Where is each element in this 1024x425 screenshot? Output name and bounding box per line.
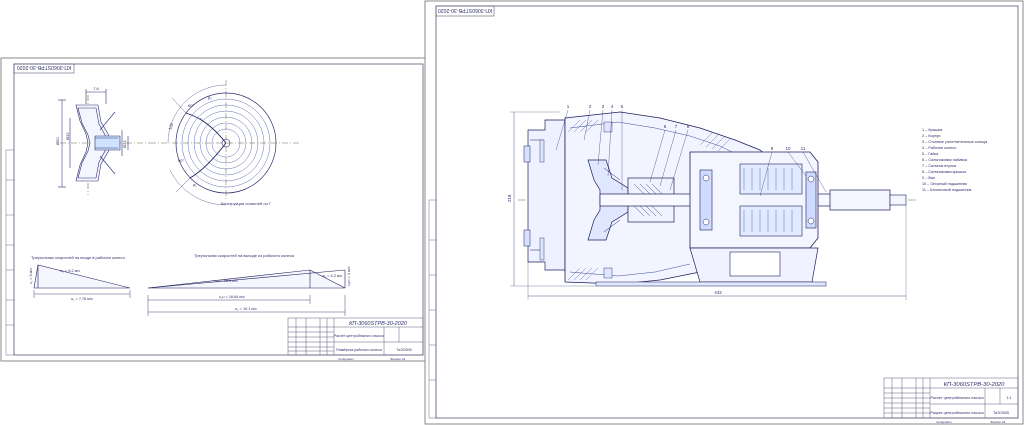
view1-dim-hub: Ø24 bbox=[122, 140, 127, 148]
drawing-canvas: КП-3060STPВ-30-2020 7.6 Ø50 Ø32 Ø24 β₂ 6… bbox=[0, 0, 1024, 425]
sheet-1-border bbox=[0, 57, 432, 362]
dim-height: 218 bbox=[507, 194, 512, 202]
tri2-c-label: w₂ = 4.2 м/с bbox=[322, 274, 343, 278]
tri1-c-label: c₁ = 3 м/с bbox=[29, 268, 33, 284]
sheet-2-tb-code: КП-3060STPВ-30-2020 bbox=[944, 382, 1006, 388]
view2-caption: Конструкция лопастей по Г bbox=[221, 201, 272, 206]
tri2-cm-label: c₂m = 4 м/с bbox=[347, 266, 351, 286]
sheet-1-tb-sheet-name: Развёртка рабочего колеса bbox=[336, 348, 382, 352]
legend-item-5: 5 – Гайка bbox=[922, 152, 939, 156]
legend-item-6: 6 – Сальниковая набивка bbox=[922, 158, 968, 162]
tri2-w-label: c₂u = 16.6 м/с bbox=[214, 279, 238, 283]
view2-label-angle1: 60° bbox=[188, 103, 194, 108]
sheet-1-stamp-text: КП-3060STPВ-30-2020 bbox=[17, 64, 71, 70]
sheet-2-tb-format: Формат А1 bbox=[990, 420, 1005, 424]
view1-dim-width: 7.6 bbox=[93, 86, 99, 91]
view1-dim-mid: Ø32 bbox=[65, 132, 70, 140]
tri2-cu-label: c₂u = 16.64 м/с bbox=[219, 295, 245, 299]
tri1-u-label: u₁ = 7.76 м/с bbox=[71, 297, 93, 301]
sheet-2-tb-sheet-no: 1:1 bbox=[1006, 396, 1011, 400]
sheet-2: КП-3060STPВ-30-2020 218 442 1 2 3 4 5 6 … bbox=[424, 0, 1024, 425]
legend-item-8: 8 – Сальниковая крышка bbox=[922, 170, 967, 174]
tri2-caption: Треугольник скоростей на выходе из рабоч… bbox=[194, 253, 295, 258]
legend-item-1: 1 – Крышка bbox=[922, 128, 943, 132]
sheet-2-tb-copy: Копировал bbox=[936, 420, 951, 424]
sheet-1-tb-name: Расчет центробежного насоса bbox=[334, 334, 384, 338]
tri2-u-label: u₂ = 19.1 м/с bbox=[235, 307, 257, 311]
legend-item-2: 2 – Корпус bbox=[922, 134, 941, 138]
sheet-2-stamp-text: КП-3060STPВ-30-2020 bbox=[438, 7, 492, 13]
sheet-1: КП-3060STPВ-30-2020 7.6 Ø50 Ø32 Ø24 β₂ 6… bbox=[0, 57, 432, 362]
tri1-caption: Треугольник скоростей на входе в рабочее… bbox=[31, 255, 125, 260]
sheet-1-tb-code: КП-3060STPВ-30-2020 bbox=[349, 321, 408, 327]
callout-11: 11 bbox=[801, 146, 806, 151]
legend-item-9: 9 – Вал bbox=[922, 176, 935, 180]
legend-item-11: 11 – Шпоночный подшипник bbox=[922, 188, 972, 192]
view2-label-beta: β₂ bbox=[208, 95, 212, 100]
sheet-2-tb-name: Расчет центробежного насоса bbox=[930, 396, 984, 400]
sheet-1-tb-group: ТаЭЭ305 bbox=[396, 348, 411, 352]
sheet-1-tb-copy: Копировал bbox=[338, 357, 353, 361]
legend-item-10: 10 – Опорный подшипник bbox=[922, 182, 967, 186]
sheet-1-tb-format: Формат А1 bbox=[390, 357, 405, 361]
view2-label-angle2: 90° bbox=[178, 158, 184, 163]
legend-item-7: 7 – Сальник втулка bbox=[922, 164, 957, 168]
sheet-2-tb-group: ТаЭЭ305 bbox=[993, 411, 1009, 415]
legend-item-3: 3 – Стопные уплотнительные кольца bbox=[922, 140, 988, 144]
callout-10: 10 bbox=[785, 146, 791, 151]
tri1-w-label: w₁ = 8.2 м/с bbox=[60, 269, 80, 273]
legend-item-4: 4 – Рабочее колесо bbox=[922, 146, 956, 150]
sheet-2-tb-sheet-name: Разрез центробежного насоса bbox=[930, 411, 984, 415]
dim-length: 442 bbox=[714, 290, 722, 295]
view1-dim-outer: Ø50 bbox=[55, 137, 60, 145]
